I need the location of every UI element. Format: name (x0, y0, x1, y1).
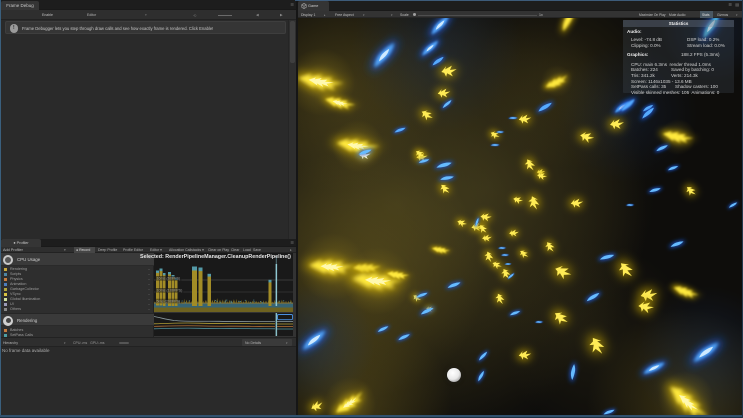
svg-text:10ms (100FPS): 10ms (100FPS) (157, 289, 183, 293)
svg-text:16ms (60FPS): 16ms (60FPS) (157, 277, 181, 281)
svg-text:5ms (200FPS): 5ms (200FPS) (157, 299, 181, 303)
